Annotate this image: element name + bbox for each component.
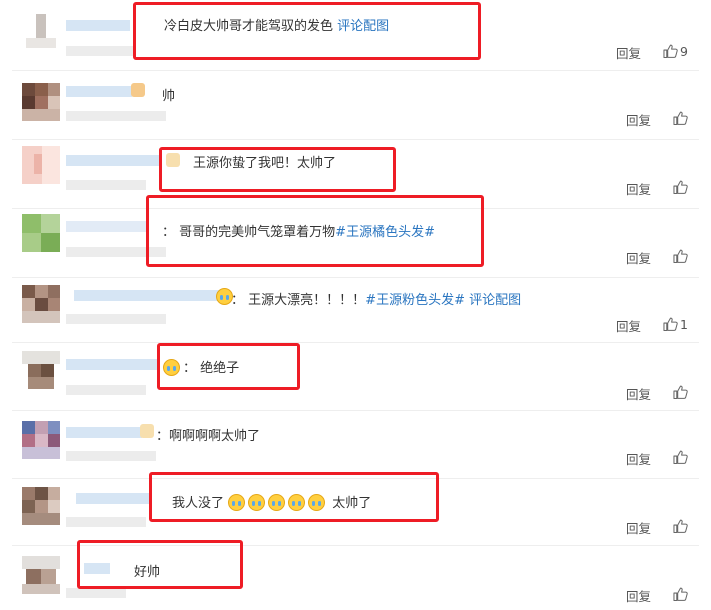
comment-body: 啊啊啊啊太帅了 — [169, 429, 261, 444]
comment-body: 王源大漂亮！！！！ — [248, 293, 366, 308]
highlight-box — [133, 2, 481, 60]
thumbs-up-icon[interactable] — [663, 44, 678, 58]
thumbs-up-icon[interactable] — [673, 111, 688, 125]
avatar[interactable] — [22, 351, 60, 389]
username[interactable] — [66, 155, 162, 166]
username[interactable] — [66, 20, 130, 31]
reply-button[interactable]: 回复 — [616, 316, 641, 335]
comment-meta — [66, 517, 146, 527]
avatar[interactable] — [22, 487, 60, 525]
comment-prefix: ： — [231, 293, 245, 308]
like-count: 1 — [680, 317, 688, 332]
highlight-box — [146, 195, 484, 267]
highlight-box — [77, 540, 243, 589]
highlight-box — [159, 147, 396, 192]
comment-item: 我人没了 太帅了 回复 — [0, 472, 711, 545]
highlight-box — [149, 472, 439, 522]
thumbs-up-icon[interactable] — [673, 385, 688, 399]
comment-image-link[interactable]: 评论配图 — [469, 293, 521, 308]
comment-item: ： 哥哥的完美帅气笼罩着万物#王源橘色头发# 回复 — [0, 195, 711, 277]
username[interactable] — [74, 290, 220, 301]
reply-button[interactable]: 回复 — [616, 43, 641, 62]
avatar[interactable] — [22, 146, 60, 184]
avatar[interactable] — [22, 421, 60, 459]
avatar[interactable] — [22, 83, 60, 121]
username[interactable] — [66, 86, 132, 97]
comment-text: ： 王源大漂亮！！！！#王源粉色头发# 评论配图 — [231, 289, 521, 308]
comment-item: ：啊啊啊啊太帅了 回复 — [0, 411, 711, 478]
comment-item: ： 王源大漂亮！！！！#王源粉色头发# 评论配图 回复 1 — [0, 278, 711, 342]
avatar[interactable] — [22, 14, 60, 52]
comment-meta — [66, 111, 166, 121]
username[interactable] — [76, 493, 150, 504]
comment-item: 好帅 回复 — [0, 540, 711, 610]
avatar[interactable] — [22, 285, 60, 323]
comment-meta — [66, 314, 166, 324]
like-count: 9 — [680, 44, 688, 59]
thumbs-up-icon[interactable] — [673, 587, 688, 601]
comment-body: 帅 — [162, 89, 176, 104]
comment-item: 冷白皮大帅哥才能驾驭的发色 评论配图 回复 9 — [0, 0, 711, 71]
comment-meta — [66, 588, 126, 598]
username[interactable] — [66, 427, 142, 438]
reply-button[interactable]: 回复 — [626, 110, 651, 129]
reply-button[interactable]: 回复 — [626, 586, 651, 605]
reply-button[interactable]: 回复 — [626, 248, 651, 267]
comment-text: 帅 — [162, 85, 175, 104]
highlight-box — [157, 343, 300, 390]
reply-button[interactable]: 回复 — [626, 449, 651, 468]
comment-meta — [66, 46, 136, 56]
comment-item: 帅 回复 — [0, 71, 711, 139]
username[interactable] — [66, 359, 158, 370]
topic-tag[interactable]: #王源粉色头发# — [365, 293, 465, 308]
username[interactable] — [66, 221, 146, 232]
avatar[interactable] — [22, 214, 60, 252]
thumbs-up-icon[interactable] — [663, 317, 678, 331]
reply-button[interactable]: 回复 — [626, 179, 651, 198]
comment-meta — [66, 180, 146, 190]
comment-prefix: ： — [156, 429, 170, 444]
thumbs-up-icon[interactable] — [673, 519, 688, 533]
thumbs-up-icon[interactable] — [673, 249, 688, 263]
comment-meta — [66, 385, 146, 395]
thumbs-up-icon[interactable] — [673, 450, 688, 464]
user-badge-icon — [140, 424, 154, 438]
user-badge-icon — [131, 83, 145, 97]
thumbs-up-icon[interactable] — [673, 180, 688, 194]
avatar[interactable] — [22, 556, 60, 594]
reply-button[interactable]: 回复 — [626, 384, 651, 403]
comment-text: ：啊啊啊啊太帅了 — [156, 425, 260, 444]
reply-button[interactable]: 回复 — [626, 518, 651, 537]
comment-item: ： 绝绝子 回复 — [0, 343, 711, 410]
comment-meta — [66, 451, 156, 461]
